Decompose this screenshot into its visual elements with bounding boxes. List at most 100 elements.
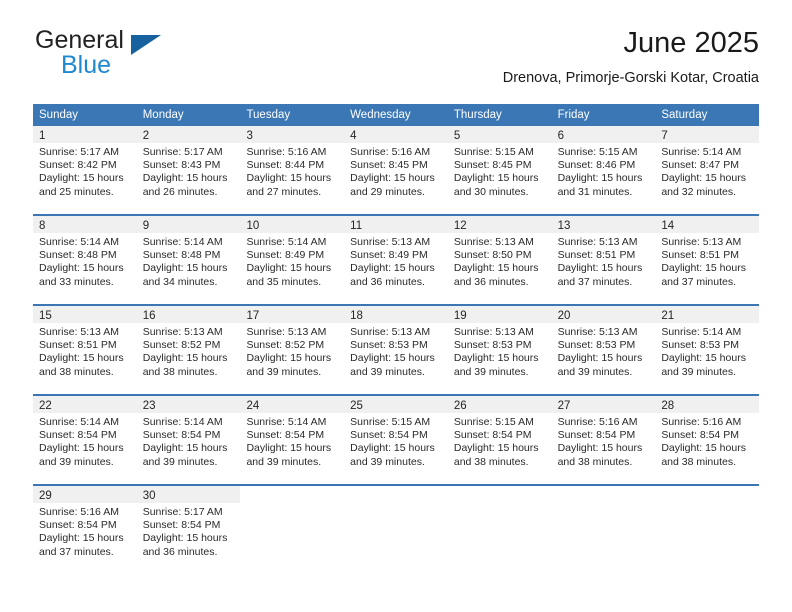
- daylight-duration-line1: Daylight: 15 hours: [39, 262, 124, 275]
- daylight-duration-line2: and 25 minutes.: [39, 185, 114, 198]
- daylight-duration-line2: and 36 minutes.: [142, 545, 218, 558]
- day-number: 29: [39, 490, 52, 502]
- calendar-day-cell[interactable]: 1 Sunrise: 5:17 AM Sunset: 8:42 PM Daylight…: [33, 126, 137, 207]
- day-details: Sunrise: 5:13 AM Sunset: 8:50 PM Daylight:…: [448, 233, 552, 289]
- day-details: Sunrise: 5:14 AM Sunset: 8:47 PM Daylight:…: [655, 143, 759, 199]
- sunrise-time: Sunrise: 5:16 AM: [557, 416, 638, 428]
- daylight-duration-line2: and 38 minutes.: [453, 455, 529, 468]
- day-number: 19: [453, 310, 467, 322]
- daylight-duration-line1: Daylight: 15 hours: [453, 352, 539, 365]
- calendar-day-cell[interactable]: 15 Sunrise: 5:13 AM Sunset: 8:51 PM Dayligh…: [33, 306, 137, 387]
- calendar-day-cell[interactable]: 12 Sunrise: 5:13 AM Sunset: 8:50 PM Dayligh…: [447, 216, 552, 297]
- generalblue-logo[interactable]: General Blue: [33, 26, 253, 84]
- calendar-day-cell[interactable]: 24 Sunrise: 5:14 AM Sunset: 8:54 PM Dayligh…: [240, 396, 345, 477]
- day-number: 21: [661, 310, 675, 322]
- calendar-day-cell[interactable]: 6 Sunrise: 5:15 AM Sunset: 8:46 PM Daylight…: [551, 126, 656, 207]
- calendar-day-cell[interactable]: 19 Sunrise: 5:13 AM Sunset: 8:53 PM Dayligh…: [447, 306, 552, 387]
- day-number-band: 5: [447, 126, 552, 143]
- day-number-band: 28: [655, 396, 760, 413]
- daylight-duration-line1: Daylight: 15 hours: [453, 172, 539, 185]
- daylight-duration-line1: Daylight: 15 hours: [453, 442, 539, 455]
- day-details: Sunrise: 5:14 AM Sunset: 8:49 PM Daylight:…: [240, 233, 344, 289]
- daylight-duration-line2: and 39 minutes.: [350, 365, 425, 378]
- calendar-day-cell[interactable]: 3 Sunrise: 5:16 AM Sunset: 8:44 PM Daylight…: [240, 126, 345, 207]
- sunset-time: Sunset: 8:48 PM: [142, 249, 221, 262]
- day-number: 14: [661, 220, 675, 232]
- calendar-day-cell-empty: [447, 486, 552, 567]
- sunrise-time: Sunrise: 5:14 AM: [142, 236, 223, 248]
- calendar-day-cell[interactable]: 7 Sunrise: 5:14 AM Sunset: 8:47 PM Daylight…: [655, 126, 760, 207]
- day-details: Sunrise: 5:14 AM Sunset: 8:48 PM Daylight:…: [33, 233, 137, 289]
- sunrise-time: Sunrise: 5:13 AM: [142, 326, 223, 338]
- calendar-day-cell[interactable]: 9 Sunrise: 5:14 AM Sunset: 8:48 PM Daylight…: [136, 216, 241, 297]
- logo-triangle-icon: [131, 35, 161, 55]
- calendar-day-cell[interactable]: 29 Sunrise: 5:16 AM Sunset: 8:54 PM Dayligh…: [33, 486, 137, 567]
- daylight-duration-line1: Daylight: 15 hours: [246, 172, 332, 185]
- day-number: 5: [453, 130, 461, 142]
- calendar-day-cell[interactable]: 22 Sunrise: 5:14 AM Sunset: 8:54 PM Dayligh…: [33, 396, 137, 477]
- day-number-band: 18: [344, 306, 448, 323]
- calendar-day-cell-empty: [344, 486, 448, 567]
- day-details: [448, 503, 552, 506]
- weekday-header-saturday: Saturday: [661, 109, 708, 121]
- daylight-duration-line1: Daylight: 15 hours: [661, 442, 746, 455]
- day-number-band: 26: [447, 396, 552, 413]
- sunrise-time: Sunrise: 5:13 AM: [246, 326, 327, 338]
- daylight-duration-line1: Daylight: 15 hours: [350, 262, 435, 275]
- calendar-day-cell[interactable]: 4 Sunrise: 5:16 AM Sunset: 8:45 PM Daylight…: [344, 126, 448, 207]
- sunrise-time: Sunrise: 5:14 AM: [39, 236, 119, 248]
- weekday-header-friday: Friday: [557, 109, 590, 121]
- daylight-duration-line2: and 38 minutes.: [661, 455, 737, 468]
- sunset-time: Sunset: 8:52 PM: [246, 339, 325, 352]
- calendar-day-cell[interactable]: 26 Sunrise: 5:15 AM Sunset: 8:54 PM Dayligh…: [447, 396, 552, 477]
- day-number: 9: [142, 220, 150, 232]
- sunset-time: Sunset: 8:54 PM: [39, 429, 117, 442]
- day-number-band: 19: [447, 306, 552, 323]
- sunset-time: Sunset: 8:51 PM: [557, 249, 636, 262]
- day-number-band: 8: [33, 216, 137, 233]
- sunrise-time: Sunrise: 5:16 AM: [246, 146, 327, 158]
- calendar-day-cell[interactable]: 11 Sunrise: 5:13 AM Sunset: 8:49 PM Dayligh…: [344, 216, 448, 297]
- daylight-duration-line1: Daylight: 15 hours: [350, 172, 435, 185]
- sunset-time: Sunset: 8:47 PM: [661, 159, 739, 172]
- calendar-day-cell[interactable]: 30 Sunrise: 5:17 AM Sunset: 8:54 PM Dayligh…: [136, 486, 241, 567]
- calendar-day-cell[interactable]: 28 Sunrise: 5:16 AM Sunset: 8:54 PM Dayligh…: [655, 396, 760, 477]
- calendar-day-cell[interactable]: 20 Sunrise: 5:13 AM Sunset: 8:53 PM Dayligh…: [551, 306, 656, 387]
- calendar-day-cell[interactable]: 2 Sunrise: 5:17 AM Sunset: 8:43 PM Daylight…: [136, 126, 241, 207]
- sunset-time: Sunset: 8:53 PM: [661, 339, 739, 352]
- calendar-day-cell[interactable]: 27 Sunrise: 5:16 AM Sunset: 8:54 PM Dayligh…: [551, 396, 656, 477]
- weekday-header-sunday: Sunday: [39, 109, 79, 121]
- day-details: Sunrise: 5:16 AM Sunset: 8:54 PM Daylight:…: [552, 413, 656, 469]
- calendar-day-cell[interactable]: 8 Sunrise: 5:14 AM Sunset: 8:48 PM Daylight…: [33, 216, 137, 297]
- daylight-duration-line1: Daylight: 15 hours: [557, 352, 643, 365]
- calendar-day-cell-empty: [240, 486, 345, 567]
- day-details: Sunrise: 5:16 AM Sunset: 8:44 PM Daylight:…: [240, 143, 344, 199]
- calendar-day-cell[interactable]: 13 Sunrise: 5:13 AM Sunset: 8:51 PM Dayligh…: [551, 216, 656, 297]
- calendar-day-cell[interactable]: 23 Sunrise: 5:14 AM Sunset: 8:54 PM Dayligh…: [136, 396, 241, 477]
- day-number: 18: [350, 310, 363, 322]
- calendar-day-cell[interactable]: 10 Sunrise: 5:14 AM Sunset: 8:49 PM Dayligh…: [240, 216, 345, 297]
- daylight-duration-line1: Daylight: 15 hours: [39, 442, 124, 455]
- day-details: [240, 503, 344, 506]
- day-number-band: 12: [447, 216, 552, 233]
- day-details: Sunrise: 5:14 AM Sunset: 8:53 PM Daylight:…: [655, 323, 759, 379]
- sunrise-time: Sunrise: 5:16 AM: [39, 506, 119, 518]
- calendar-day-cell[interactable]: 14 Sunrise: 5:13 AM Sunset: 8:51 PM Dayligh…: [655, 216, 760, 297]
- sunset-time: Sunset: 8:45 PM: [350, 159, 428, 172]
- day-number: 25: [350, 400, 363, 412]
- daylight-duration-line2: and 39 minutes.: [350, 455, 425, 468]
- calendar-day-cell[interactable]: 17 Sunrise: 5:13 AM Sunset: 8:52 PM Dayligh…: [240, 306, 345, 387]
- calendar-day-cell[interactable]: 21 Sunrise: 5:14 AM Sunset: 8:53 PM Dayligh…: [655, 306, 760, 387]
- calendar-day-cell[interactable]: 5 Sunrise: 5:15 AM Sunset: 8:45 PM Daylight…: [447, 126, 552, 207]
- day-number-band: 24: [240, 396, 345, 413]
- day-number-band: 27: [551, 396, 656, 413]
- calendar-day-cell[interactable]: 18 Sunrise: 5:13 AM Sunset: 8:53 PM Dayligh…: [344, 306, 448, 387]
- sunset-time: Sunset: 8:54 PM: [142, 429, 221, 442]
- daylight-duration-line1: Daylight: 15 hours: [661, 172, 746, 185]
- sunset-time: Sunset: 8:45 PM: [453, 159, 532, 172]
- day-details: Sunrise: 5:13 AM Sunset: 8:51 PM Daylight:…: [33, 323, 137, 379]
- day-details: Sunrise: 5:16 AM Sunset: 8:54 PM Daylight:…: [33, 503, 137, 559]
- calendar-day-cell[interactable]: 16 Sunrise: 5:13 AM Sunset: 8:52 PM Dayligh…: [136, 306, 241, 387]
- daylight-duration-line2: and 36 minutes.: [350, 275, 425, 288]
- calendar-day-cell[interactable]: 25 Sunrise: 5:15 AM Sunset: 8:54 PM Dayligh…: [344, 396, 448, 477]
